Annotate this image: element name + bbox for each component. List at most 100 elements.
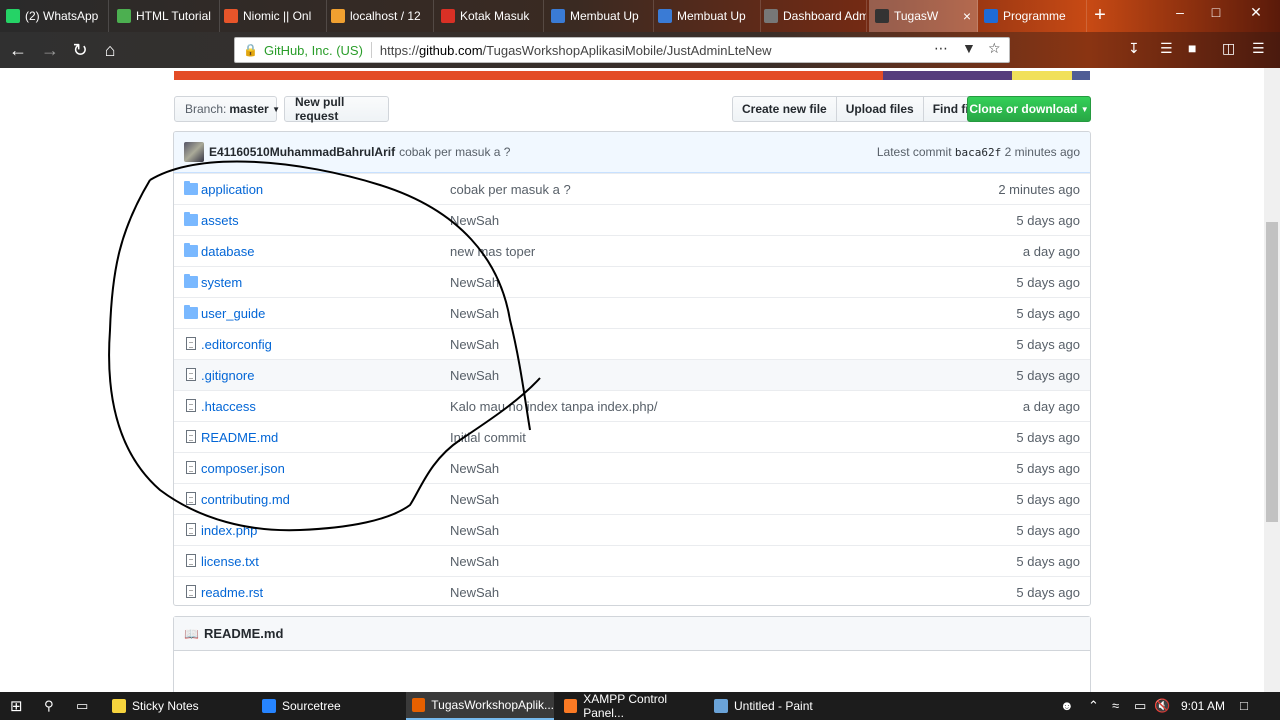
- file-row[interactable]: assets NewSah 5 days ago: [174, 204, 1090, 235]
- maximize-icon[interactable]: □: [1196, 4, 1236, 20]
- file-commit-message[interactable]: NewSah: [450, 368, 499, 383]
- file-commit-message[interactable]: NewSah: [450, 492, 499, 507]
- browser-tab[interactable]: TugasW ×: [869, 0, 978, 32]
- file-name-link[interactable]: index.php: [201, 523, 257, 538]
- upload-files-button[interactable]: Upload files: [836, 96, 924, 122]
- minimize-icon[interactable]: –: [1160, 4, 1200, 20]
- create-new-file-button[interactable]: Create new file: [732, 96, 837, 122]
- file-age: 5 days ago: [1016, 429, 1080, 445]
- bookmark-star-icon[interactable]: ☆: [988, 40, 1001, 57]
- file-row[interactable]: user_guide NewSah 5 days ago: [174, 297, 1090, 328]
- home-icon[interactable]: ⌂: [98, 38, 122, 62]
- downloads-icon[interactable]: ↧: [1128, 40, 1140, 57]
- file-row[interactable]: index.php NewSah 5 days ago: [174, 514, 1090, 545]
- reload-icon[interactable]: ↻: [68, 38, 92, 62]
- browser-tab[interactable]: (2) WhatsApp: [0, 0, 109, 32]
- browser-tab[interactable]: Niomic || Onl: [218, 0, 327, 32]
- file-name-link[interactable]: assets: [201, 213, 239, 228]
- blank-icon: [764, 9, 778, 23]
- branch-select[interactable]: Branch: master ▼: [174, 96, 280, 122]
- clone-download-button[interactable]: Clone or download ▼: [967, 96, 1091, 122]
- file-name-link[interactable]: license.txt: [201, 554, 259, 569]
- file-name-link[interactable]: .htaccess: [201, 399, 256, 414]
- taskbar-app[interactable]: Sticky Notes: [106, 692, 252, 720]
- battery-icon[interactable]: ▭: [1134, 698, 1146, 714]
- file-commit-message[interactable]: Kalo mau no index tanpa index.php/: [450, 399, 657, 414]
- browser-tab[interactable]: Membuat Up: [652, 0, 761, 32]
- file-commit-message[interactable]: NewSah: [450, 337, 499, 352]
- sidebar-icon[interactable]: ◫: [1222, 40, 1235, 57]
- browser-tab[interactable]: Dashboard Admin: [758, 0, 867, 32]
- file-commit-message[interactable]: NewSah: [450, 523, 499, 538]
- folder-icon: [184, 305, 198, 319]
- file-commit-message[interactable]: NewSah: [450, 306, 499, 321]
- wifi-icon[interactable]: ≈: [1112, 698, 1119, 713]
- window-close-icon[interactable]: ✕: [1236, 4, 1276, 21]
- new-tab-icon[interactable]: +: [1090, 4, 1110, 27]
- file-row[interactable]: license.txt NewSah 5 days ago: [174, 545, 1090, 576]
- forward-icon[interactable]: →: [38, 38, 62, 62]
- windows-start-icon[interactable]: ⊞: [10, 697, 23, 715]
- file-name-link[interactable]: database: [201, 244, 255, 259]
- file-row[interactable]: .gitignore NewSah 5 days ago: [174, 359, 1090, 390]
- taskbar-app[interactable]: Sourcetree: [256, 692, 402, 720]
- file-row[interactable]: composer.json NewSah 5 days ago: [174, 452, 1090, 483]
- taskbar-app[interactable]: Untitled - Paint: [708, 692, 838, 720]
- taskbar-app[interactable]: TugasWorkshopAplik...: [406, 692, 554, 720]
- commit-sha[interactable]: baca62f: [955, 146, 1001, 159]
- file-name-link[interactable]: readme.rst: [201, 585, 263, 600]
- back-icon[interactable]: ←: [6, 38, 30, 62]
- file-commit-message[interactable]: Initial commit: [450, 430, 526, 445]
- file-name-link[interactable]: application: [201, 182, 263, 197]
- file-row[interactable]: README.md Initial commit 5 days ago: [174, 421, 1090, 452]
- commit-author[interactable]: E41160510MuhammadBahrulArif: [209, 145, 395, 159]
- url-text[interactable]: https://github.com/TugasWorkshopAplikasi…: [380, 43, 772, 58]
- file-commit-message[interactable]: NewSah: [450, 554, 499, 569]
- taskbar-app[interactable]: XAMPP Control Panel...: [558, 692, 704, 720]
- pocket-icon[interactable]: ▼: [962, 40, 976, 56]
- browser-tab[interactable]: localhost / 12: [325, 0, 434, 32]
- notification-icon[interactable]: □: [1240, 698, 1248, 713]
- file-name-link[interactable]: README.md: [201, 430, 278, 445]
- file-commit-message[interactable]: cobak per masuk a ?: [450, 182, 571, 197]
- folder-icon: [184, 212, 198, 226]
- people-icon[interactable]: ☻: [1060, 698, 1074, 713]
- file-name-link[interactable]: composer.json: [201, 461, 285, 476]
- library-icon[interactable]: ☰: [1160, 40, 1173, 57]
- clock[interactable]: 9:01 AM: [1181, 699, 1225, 713]
- file-commit-message[interactable]: NewSah: [450, 213, 499, 228]
- menu-icon[interactable]: ☰: [1252, 40, 1265, 57]
- file-row[interactable]: readme.rst NewSah 5 days ago: [174, 576, 1090, 605]
- file-row[interactable]: database new mas toper a day ago: [174, 235, 1090, 266]
- browser-tab[interactable]: Membuat Up: [545, 0, 654, 32]
- browser-tab[interactable]: Kotak Masuk: [435, 0, 544, 32]
- scrollbar-thumb[interactable]: [1266, 222, 1278, 522]
- more-icon[interactable]: ⋯: [934, 40, 948, 57]
- close-tab-icon[interactable]: ×: [963, 8, 971, 24]
- file-name-link[interactable]: .editorconfig: [201, 337, 272, 352]
- file-name-link[interactable]: contributing.md: [201, 492, 290, 507]
- file-row[interactable]: system NewSah 5 days ago: [174, 266, 1090, 297]
- file-commit-message[interactable]: new mas toper: [450, 244, 535, 259]
- file-name-link[interactable]: .gitignore: [201, 368, 254, 383]
- file-row[interactable]: contributing.md NewSah 5 days ago: [174, 483, 1090, 514]
- commit-message[interactable]: cobak per masuk a ?: [399, 145, 510, 159]
- file-name-link[interactable]: user_guide: [201, 306, 265, 321]
- show-hidden-icons[interactable]: ⌃: [1088, 698, 1099, 714]
- file-row[interactable]: .htaccess Kalo mau no index tanpa index.p…: [174, 390, 1090, 421]
- file-commit-message[interactable]: NewSah: [450, 461, 499, 476]
- file-row[interactable]: .editorconfig NewSah 5 days ago: [174, 328, 1090, 359]
- url-bar[interactable]: 🔒 GitHub, Inc. (US) https://github.com/T…: [234, 37, 1010, 63]
- volume-muted-icon[interactable]: 🔇: [1154, 698, 1170, 714]
- extension-icon[interactable]: ■: [1188, 40, 1196, 56]
- new-pull-request-button[interactable]: New pull request: [284, 95, 389, 123]
- file-row[interactable]: application cobak per masuk a ? 2 minutes …: [174, 173, 1090, 204]
- search-icon[interactable]: ⚲: [44, 698, 54, 714]
- file-commit-message[interactable]: NewSah: [450, 585, 499, 600]
- task-view-icon[interactable]: ▭: [76, 698, 88, 714]
- file-commit-message[interactable]: NewSah: [450, 275, 499, 290]
- browser-tab[interactable]: HTML Tutorial: [111, 0, 220, 32]
- file-name-link[interactable]: system: [201, 275, 242, 290]
- avatar[interactable]: [184, 142, 204, 162]
- browser-tab[interactable]: Programme: [978, 0, 1087, 32]
